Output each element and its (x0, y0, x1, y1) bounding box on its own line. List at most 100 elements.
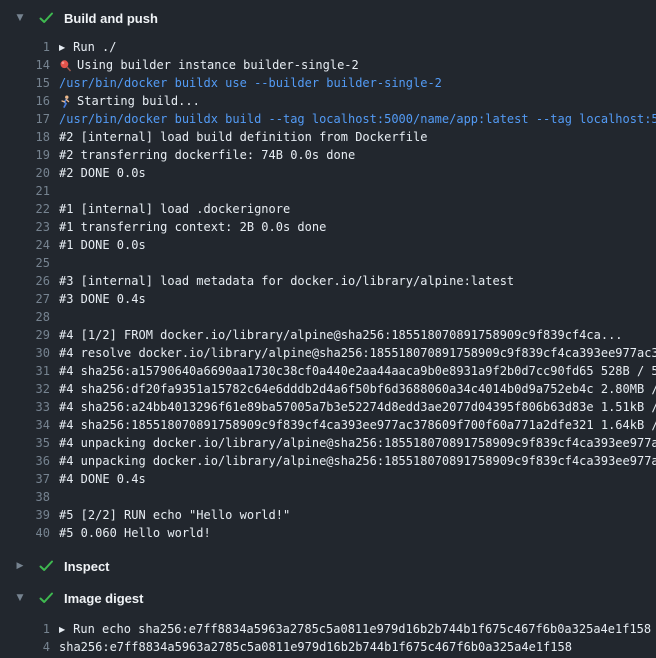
log-line-number[interactable]: 22 (14, 202, 50, 216)
log-line-number[interactable]: 23 (14, 220, 50, 234)
log-line-number[interactable]: 14 (14, 58, 50, 72)
step-header-build-and-push[interactable]: ▼ Build and push (0, 4, 656, 32)
log-line[interactable]: 17 /usr/bin/docker buildx build --tag lo… (0, 110, 656, 128)
run-chevron-icon[interactable]: ▶ (59, 43, 65, 52)
log-line[interactable]: 29 #4 [1/2] FROM docker.io/library/alpin… (0, 326, 656, 344)
log-line-content: Starting build... (59, 94, 656, 108)
log-line-number[interactable]: 15 (14, 76, 50, 90)
log-line-content: sha256:e7ff8834a5963a2785c5a0811e979d16b… (59, 640, 656, 654)
log-line[interactable]: 22 #1 [internal] load .dockerignore (0, 200, 656, 218)
workflow-log[interactable]: ▼ Build and push 1 ▶ Run ./ 14 (0, 0, 656, 658)
log-line[interactable]: 26 #3 [internal] load metadata for docke… (0, 272, 656, 290)
log-line-content: #2 DONE 0.0s (59, 166, 656, 180)
log-line-number[interactable]: 26 (14, 274, 50, 288)
log-line-text: #4 sha256:185518070891758909c9f839cf4ca3… (59, 418, 656, 432)
log-line-content: #4 sha256:df20fa9351a15782c64e6dddb2d4a6… (59, 382, 656, 396)
log-line-number[interactable]: 32 (14, 382, 50, 396)
log-line-number[interactable]: 29 (14, 328, 50, 342)
log-line-number[interactable]: 16 (14, 94, 50, 108)
log-line-number[interactable]: 1 (14, 622, 50, 636)
log-line-text: Run echo sha256:e7ff8834a5963a2785c5a081… (73, 622, 651, 636)
log-line-number[interactable]: 19 (14, 148, 50, 162)
log-line-number[interactable]: 40 (14, 526, 50, 540)
log-line[interactable]: 16 Starting build... (0, 92, 656, 110)
step-header-inspect[interactable]: ▶ Inspect (0, 552, 656, 580)
log-line[interactable]: 4 sha256:e7ff8834a5963a2785c5a0811e979d1… (0, 638, 656, 656)
step-section: ▼ Image digest 1 ▶ Run echo sha256:e7ff8… (0, 584, 656, 656)
log-line-number[interactable]: 31 (14, 364, 50, 378)
log-line[interactable]: 34 #4 sha256:185518070891758909c9f839cf4… (0, 416, 656, 434)
log-line-number[interactable]: 27 (14, 292, 50, 306)
log-line[interactable]: 27 #3 DONE 0.4s (0, 290, 656, 308)
check-icon (39, 560, 54, 572)
log-line[interactable]: 15 /usr/bin/docker buildx use --builder … (0, 74, 656, 92)
log-line[interactable]: 36 #4 unpacking docker.io/library/alpine… (0, 452, 656, 470)
log-line-number[interactable]: 28 (14, 310, 50, 324)
log-line-text: #4 unpacking docker.io/library/alpine@sh… (59, 454, 656, 468)
log-line-number[interactable]: 25 (14, 256, 50, 270)
log-line[interactable]: 14 Using builder instance builder-single… (0, 56, 656, 74)
log-line-content: #2 transferring dockerfile: 74B 0.0s don… (59, 148, 656, 162)
step-label: Build and push (64, 11, 158, 26)
step-log-lines: 1 ▶ Run ./ 14 Using builder instance bui… (0, 38, 656, 542)
log-line[interactable]: 1 ▶ Run echo sha256:e7ff8834a5963a2785c5… (0, 620, 656, 638)
log-line-number[interactable]: 34 (14, 418, 50, 432)
log-line-content: #5 0.060 Hello world! (59, 526, 656, 540)
log-line[interactable]: 39 #5 [2/2] RUN echo "Hello world!" (0, 506, 656, 524)
log-line[interactable]: 40 #5 0.060 Hello world! (0, 524, 656, 542)
log-line[interactable]: 20 #2 DONE 0.0s (0, 164, 656, 182)
log-line[interactable]: 32 #4 sha256:df20fa9351a15782c64e6dddb2d… (0, 380, 656, 398)
log-line-number[interactable]: 4 (14, 640, 50, 654)
log-line[interactable]: 24 #1 DONE 0.0s (0, 236, 656, 254)
log-line[interactable]: 21 (0, 182, 656, 200)
log-line-number[interactable]: 21 (14, 184, 50, 198)
log-line[interactable]: 35 #4 unpacking docker.io/library/alpine… (0, 434, 656, 452)
log-line-number[interactable]: 20 (14, 166, 50, 180)
log-line-text: Run ./ (73, 40, 116, 54)
log-line-text: #4 resolve docker.io/library/alpine@sha2… (59, 346, 656, 360)
log-line[interactable]: 30 #4 resolve docker.io/library/alpine@s… (0, 344, 656, 362)
log-line-text: Starting build... (77, 94, 200, 108)
step-header-image-digest[interactable]: ▼ Image digest (0, 584, 656, 612)
log-line[interactable]: 38 (0, 488, 656, 506)
step-label: Image digest (64, 591, 143, 606)
log-line[interactable]: 37 #4 DONE 0.4s (0, 470, 656, 488)
log-line[interactable]: 19 #2 transferring dockerfile: 74B 0.0s … (0, 146, 656, 164)
log-line-number[interactable]: 38 (14, 490, 50, 504)
log-line-number[interactable]: 37 (14, 472, 50, 486)
log-line[interactable]: 33 #4 sha256:a24bb4013296f61e89ba57005a7… (0, 398, 656, 416)
log-line[interactable]: 31 #4 sha256:a15790640a6690aa1730c38cf0a… (0, 362, 656, 380)
log-line-content: /usr/bin/docker buildx use --builder bui… (59, 76, 656, 90)
log-line-text: /usr/bin/docker buildx build --tag local… (59, 112, 656, 126)
log-line-text: #3 [internal] load metadata for docker.i… (59, 274, 514, 288)
log-line-text: Using builder instance builder-single-2 (77, 58, 359, 72)
log-line[interactable]: 18 #2 [internal] load build definition f… (0, 128, 656, 146)
log-line-number[interactable]: 24 (14, 238, 50, 252)
pushpin-icon (59, 59, 72, 72)
log-line[interactable]: 23 #1 transferring context: 2B 0.0s done (0, 218, 656, 236)
chevron-down-icon[interactable]: ▼ (14, 593, 26, 603)
log-line[interactable]: 25 (0, 254, 656, 272)
log-line-number[interactable]: 18 (14, 130, 50, 144)
log-line[interactable]: 28 (0, 308, 656, 326)
log-line-number[interactable]: 39 (14, 508, 50, 522)
log-line-content: #4 unpacking docker.io/library/alpine@sh… (59, 436, 656, 450)
log-line-number[interactable]: 1 (14, 40, 50, 54)
log-line-number[interactable]: 36 (14, 454, 50, 468)
run-chevron-icon[interactable]: ▶ (59, 625, 65, 634)
log-line-text: #4 [1/2] FROM docker.io/library/alpine@s… (59, 328, 623, 342)
log-line[interactable]: 1 ▶ Run ./ (0, 38, 656, 56)
log-line-number[interactable]: 35 (14, 436, 50, 450)
log-line-content: #4 DONE 0.4s (59, 472, 656, 486)
log-line-text: #3 DONE 0.4s (59, 292, 146, 306)
chevron-right-icon[interactable]: ▶ (14, 561, 26, 571)
log-line-text: #2 DONE 0.0s (59, 166, 146, 180)
runner-icon (59, 95, 72, 108)
log-line-text: #1 DONE 0.0s (59, 238, 146, 252)
log-line-text: #1 transferring context: 2B 0.0s done (59, 220, 326, 234)
log-line-number[interactable]: 17 (14, 112, 50, 126)
log-line-number[interactable]: 33 (14, 400, 50, 414)
log-line-number[interactable]: 30 (14, 346, 50, 360)
log-line-text: /usr/bin/docker buildx use --builder bui… (59, 76, 442, 90)
chevron-down-icon[interactable]: ▼ (14, 13, 26, 23)
